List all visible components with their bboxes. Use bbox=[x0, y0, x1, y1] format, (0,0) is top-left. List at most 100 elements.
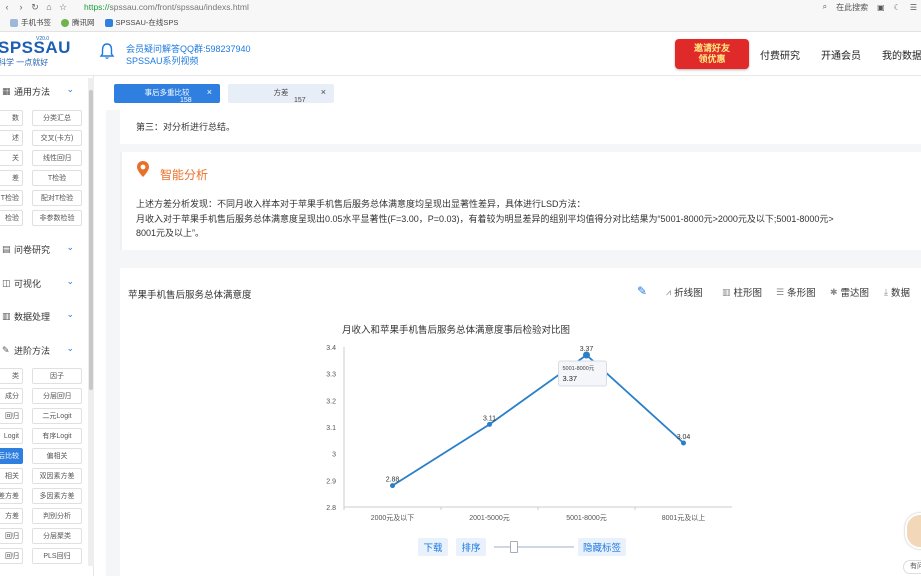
menu-icon[interactable]: ☰ bbox=[910, 3, 917, 12]
form-icon: ▤ bbox=[2, 243, 11, 254]
method-item[interactable]: PLS回归 bbox=[32, 548, 82, 564]
star-icon[interactable]: ☆ bbox=[56, 2, 70, 13]
nav-membership[interactable]: 开通会员 bbox=[821, 47, 861, 62]
scrollbar-thumb[interactable] bbox=[89, 90, 93, 390]
section-advanced-methods[interactable]: ✎ 进阶方法 ⌄ bbox=[0, 339, 88, 361]
method-item[interactable]: Logit bbox=[0, 428, 23, 444]
method-item[interactable]: 二元Logit bbox=[32, 408, 82, 424]
tencent-icon bbox=[61, 18, 69, 27]
hide-labels-button[interactable]: 隐藏标签 bbox=[578, 538, 626, 556]
forward-icon[interactable]: › bbox=[14, 2, 28, 12]
method-item[interactable]: 分类汇总 bbox=[32, 110, 82, 126]
browser-search-label[interactable]: 在此搜索 bbox=[836, 2, 868, 13]
method-item[interactable]: 方差 bbox=[0, 508, 23, 524]
tool-horizontal-bar[interactable]: ☰ 条形图 bbox=[776, 285, 816, 300]
invite-friends-button[interactable]: 邀请好友 领优惠 bbox=[675, 39, 749, 69]
method-item[interactable]: 分层聚类 bbox=[32, 528, 82, 544]
method-item[interactable]: 关 bbox=[0, 150, 23, 166]
method-item[interactable]: T检验 bbox=[32, 170, 82, 186]
search-icon[interactable]: ⌕ bbox=[823, 2, 827, 12]
address-bar[interactable]: https://spssau.com/front/spssau/indexs.h… bbox=[84, 2, 249, 12]
close-icon[interactable]: × bbox=[321, 87, 326, 97]
nav-paid-research[interactable]: 付费研究 bbox=[760, 47, 800, 62]
location-pin-icon bbox=[137, 161, 149, 177]
y-tick-label: 3.2 bbox=[326, 398, 336, 405]
tab-label: 事后多重比较 bbox=[144, 88, 190, 97]
extension-icon[interactable]: ▣ bbox=[877, 3, 885, 12]
tool-bar-chart[interactable]: ▥ 柱形图 bbox=[722, 285, 762, 300]
chart-section-title: 苹果手机售后服务总体满意度 bbox=[128, 290, 252, 301]
y-tick-label: 3.4 bbox=[326, 345, 336, 352]
back-icon[interactable]: ‹ bbox=[0, 2, 14, 12]
horizontal-bar-icon: ☰ bbox=[776, 286, 785, 297]
bookmark-spssau[interactable]: SPSSAU-在线SPS bbox=[104, 17, 178, 28]
nav-my-data[interactable]: 我的数据 bbox=[882, 47, 921, 62]
section-label: 通用方法 bbox=[14, 86, 51, 97]
data-icon: ▥ bbox=[2, 310, 11, 321]
method-item[interactable]: 数 bbox=[0, 110, 23, 126]
method-item[interactable]: 交叉(卡方) bbox=[32, 130, 82, 146]
sidebar-scrollbar[interactable] bbox=[88, 78, 94, 566]
method-item[interactable]: 差 bbox=[0, 170, 23, 186]
method-item[interactable]: 有序Logit bbox=[32, 428, 82, 444]
method-item[interactable]: 回归 bbox=[0, 408, 23, 424]
refresh-icon[interactable]: ↻ bbox=[28, 2, 42, 13]
close-icon[interactable]: × bbox=[207, 87, 212, 97]
method-item[interactable]: 偏相关 bbox=[32, 448, 82, 464]
tab-anova[interactable]: 方差 157 × bbox=[228, 84, 334, 104]
method-item[interactable]: 分层回归 bbox=[32, 388, 82, 404]
method-item[interactable]: 回归 bbox=[0, 528, 23, 544]
x-tick-label: 8001元及以上 bbox=[662, 513, 706, 522]
tool-line-chart[interactable]: ⩘ 折线图 bbox=[666, 285, 703, 300]
bookmark-mobile[interactable]: 手机书签 bbox=[10, 17, 51, 28]
method-item[interactable]: 非参数检验 bbox=[32, 210, 82, 226]
theme-icon[interactable]: ☾ bbox=[894, 3, 901, 12]
method-item[interactable]: 配对T检验 bbox=[32, 190, 82, 206]
tool-data[interactable]: ⤓ 数据 bbox=[884, 285, 910, 300]
download-button[interactable]: 下载 bbox=[418, 538, 448, 556]
tab-count: 157 bbox=[294, 97, 306, 104]
section-questionnaire[interactable]: ▤ 问卷研究 ⌄ bbox=[0, 238, 88, 260]
tab-post-hoc[interactable]: 事后多重比较 158 × bbox=[114, 84, 220, 104]
method-item[interactable]: 双因素方差 bbox=[32, 468, 82, 484]
video-link[interactable]: SPSSAU系列视频 bbox=[126, 54, 199, 67]
method-item[interactable]: 差方差 bbox=[0, 488, 23, 504]
section-label: 数据处理 bbox=[14, 311, 51, 322]
chart-icon: ◫ bbox=[2, 277, 11, 288]
method-item[interactable]: 相关 bbox=[0, 468, 23, 484]
download-icon: ⤓ bbox=[884, 286, 888, 297]
tooltip-category: 5001-8000元 bbox=[563, 365, 595, 372]
bell-icon[interactable] bbox=[99, 42, 115, 60]
slider-handle[interactable] bbox=[510, 541, 518, 553]
method-item-active[interactable]: 事后比较 bbox=[0, 448, 23, 464]
step-three-text: 第三：对分析进行总结。 bbox=[136, 122, 236, 132]
method-item[interactable]: 述 bbox=[0, 130, 23, 146]
method-item[interactable]: 判别分析 bbox=[32, 508, 82, 524]
section-visualization[interactable]: ◫ 可视化 ⌄ bbox=[0, 272, 88, 294]
tooltip-value: 3.37 bbox=[563, 374, 578, 383]
tool-radar[interactable]: ✱ 雷达图 bbox=[830, 285, 869, 300]
sort-button[interactable]: 排序 bbox=[456, 538, 486, 556]
section-data-processing[interactable]: ▥ 数据处理 ⌄ bbox=[0, 305, 88, 327]
series-line bbox=[392, 353, 685, 487]
y-tick-label: 3 bbox=[332, 452, 336, 459]
method-item[interactable]: 多因素方差 bbox=[32, 488, 82, 504]
section-general-methods[interactable]: ▦ 通用方法 ⌄ bbox=[0, 80, 88, 102]
bar-chart-icon: ▥ bbox=[722, 286, 731, 297]
method-item[interactable]: 检验 bbox=[0, 210, 23, 226]
method-item[interactable]: 回归 bbox=[0, 548, 23, 564]
edit-icon[interactable]: ✎ bbox=[637, 284, 647, 298]
logo-slogan: 科学 一点就好 bbox=[0, 58, 49, 67]
method-item[interactable]: 类 bbox=[0, 368, 23, 384]
tab-count: 158 bbox=[180, 97, 192, 104]
label-size-slider[interactable] bbox=[494, 546, 574, 548]
method-item[interactable]: 因子 bbox=[32, 368, 82, 384]
bookmark-tencent[interactable]: 腾讯网 bbox=[61, 17, 95, 28]
method-item[interactable]: 线性回归 bbox=[32, 150, 82, 166]
tool-icon: ✎ bbox=[2, 344, 10, 355]
help-tag[interactable]: 有问 bbox=[903, 560, 921, 574]
y-tick-label: 3.3 bbox=[326, 372, 336, 379]
method-item[interactable]: T检验 bbox=[0, 190, 23, 206]
home-icon[interactable]: ⌂ bbox=[42, 2, 56, 12]
method-item[interactable]: 成分 bbox=[0, 388, 23, 404]
